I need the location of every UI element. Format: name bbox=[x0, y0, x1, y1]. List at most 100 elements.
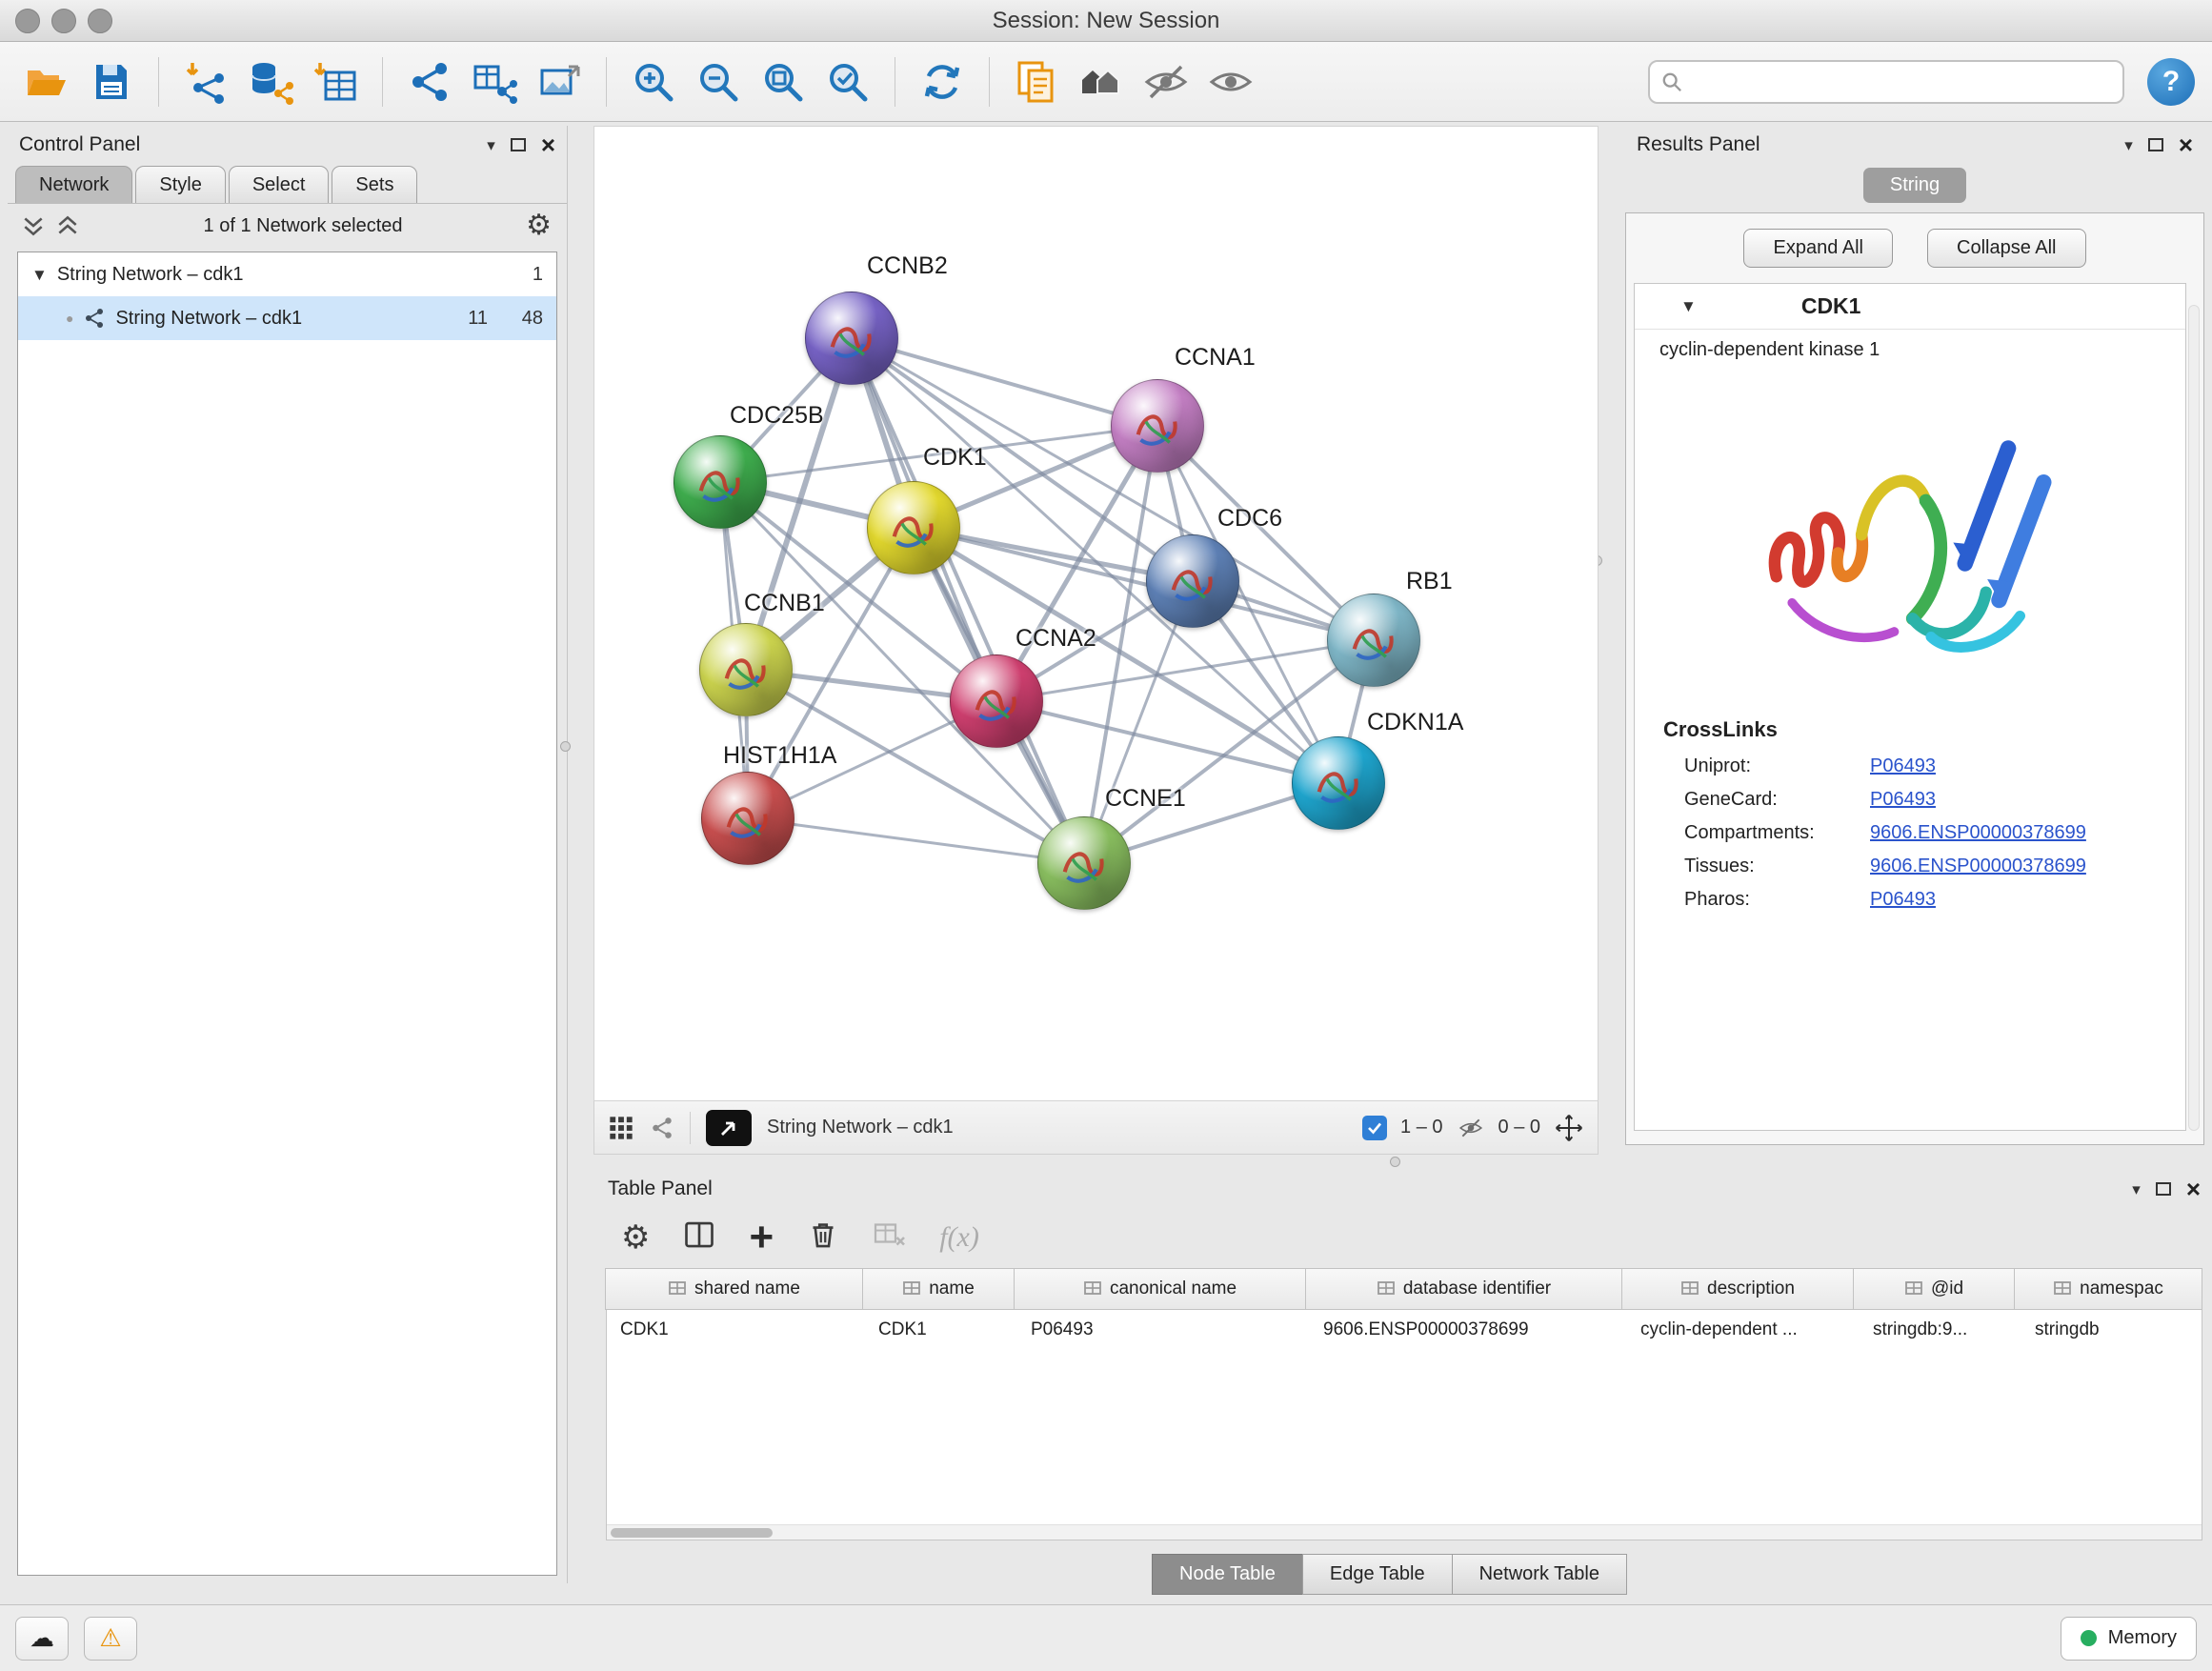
gene-caret-icon[interactable]: ▼ bbox=[1680, 298, 1697, 314]
show-all-button[interactable] bbox=[1201, 52, 1260, 111]
vertical-splitter-handle[interactable] bbox=[560, 741, 571, 752]
tab-node-table[interactable]: Node Table bbox=[1152, 1554, 1303, 1595]
network-node-RB1[interactable] bbox=[1327, 594, 1420, 687]
results-scrollbar[interactable] bbox=[2188, 305, 2200, 1131]
panel-menu-icon[interactable]: ▾ bbox=[2124, 137, 2133, 153]
horizontal-splitter-handle[interactable] bbox=[1390, 1157, 1400, 1167]
column-header-id[interactable]: @id bbox=[1853, 1268, 2015, 1310]
crosslink-row-pharos: Pharos: P06493 bbox=[1635, 883, 2185, 916]
pan-move-icon[interactable] bbox=[1554, 1113, 1584, 1143]
protein-motif-icon bbox=[1125, 395, 1188, 458]
network-node-HIST1H1A[interactable] bbox=[701, 772, 794, 865]
network-node-CCNB1[interactable] bbox=[699, 623, 793, 716]
crosslink-tissues-link[interactable]: 9606.ENSP00000378699 bbox=[1870, 856, 2086, 877]
create-column-button[interactable]: + bbox=[749, 1220, 774, 1254]
tab-network[interactable]: Network bbox=[15, 166, 132, 204]
delete-table-button[interactable] bbox=[873, 1218, 907, 1257]
table-settings-gear-icon[interactable]: ⚙ bbox=[621, 1221, 650, 1254]
network-node-CDC6[interactable] bbox=[1146, 534, 1239, 628]
panel-close-icon[interactable]: × bbox=[2179, 132, 2193, 157]
tab-sets[interactable]: Sets bbox=[332, 166, 417, 204]
column-header-name[interactable]: name bbox=[862, 1268, 1015, 1310]
network-from-table-button[interactable] bbox=[465, 52, 524, 111]
expand-all-icon[interactable] bbox=[55, 213, 80, 238]
import-network-database-button[interactable] bbox=[241, 52, 300, 111]
panel-float-icon[interactable] bbox=[2156, 1182, 2171, 1196]
network-overview-button[interactable] bbox=[1072, 52, 1131, 111]
annotations-button[interactable] bbox=[1007, 52, 1066, 111]
network-node-CCNE1[interactable] bbox=[1037, 816, 1131, 910]
zoom-selected-button[interactable] bbox=[818, 52, 877, 111]
table-horizontal-scrollbar[interactable] bbox=[607, 1524, 2202, 1540]
column-header-shared-name[interactable]: shared name bbox=[605, 1268, 863, 1310]
network-node-CCNA2[interactable] bbox=[950, 654, 1043, 748]
share-view-icon[interactable] bbox=[650, 1116, 674, 1140]
collapse-all-icon[interactable] bbox=[21, 213, 46, 238]
birdseye-view-button[interactable] bbox=[706, 1110, 752, 1146]
panel-close-icon[interactable]: × bbox=[2186, 1177, 2201, 1201]
scrollbar-thumb[interactable] bbox=[611, 1528, 773, 1538]
network-node-CCNB2[interactable] bbox=[805, 292, 898, 385]
open-session-button[interactable] bbox=[17, 52, 76, 111]
memory-button[interactable]: Memory bbox=[2061, 1617, 2197, 1661]
cloud-status-button[interactable]: ☁ bbox=[15, 1617, 69, 1661]
panel-menu-icon[interactable]: ▾ bbox=[487, 137, 495, 153]
column-header-namespace[interactable]: namespac bbox=[2014, 1268, 2202, 1310]
network-node-CDC25B[interactable] bbox=[674, 435, 767, 529]
panel-close-icon[interactable]: × bbox=[541, 132, 555, 157]
collapse-all-button[interactable]: Collapse All bbox=[1927, 229, 2086, 268]
table-panel-title: Table Panel bbox=[608, 1178, 713, 1200]
node-label-CCNB2: CCNB2 bbox=[867, 252, 948, 280]
network-node-CDKN1A[interactable] bbox=[1292, 736, 1385, 830]
crosslink-uniprot-link[interactable]: P06493 bbox=[1870, 755, 1936, 777]
network-table-icon bbox=[472, 59, 517, 105]
delete-column-button[interactable] bbox=[806, 1218, 840, 1257]
import-table-button[interactable] bbox=[306, 52, 365, 111]
panel-menu-icon[interactable]: ▾ bbox=[2132, 1181, 2141, 1198]
crosslink-pharos-link[interactable]: P06493 bbox=[1870, 889, 1936, 911]
selected-checkbox-icon[interactable] bbox=[1362, 1116, 1387, 1140]
function-builder-button[interactable]: f(x) bbox=[939, 1221, 979, 1254]
horizontal-splitter[interactable] bbox=[568, 1155, 2212, 1170]
export-image-button[interactable] bbox=[530, 52, 589, 111]
search-input[interactable] bbox=[1692, 70, 2111, 92]
tab-select[interactable]: Select bbox=[229, 166, 330, 204]
table-row[interactable]: CDK1 CDK1 P06493 9606.ENSP00000378699 cy… bbox=[607, 1310, 2202, 1346]
save-session-button[interactable] bbox=[82, 52, 141, 111]
tab-network-table[interactable]: Network Table bbox=[1452, 1554, 1627, 1595]
crosslink-label: Compartments: bbox=[1684, 822, 1870, 844]
show-columns-button[interactable] bbox=[682, 1218, 716, 1257]
network-row[interactable]: ● String Network – cdk1 11 48 bbox=[18, 296, 556, 340]
warnings-button[interactable]: ⚠ bbox=[84, 1617, 137, 1661]
crosslink-genecard-link[interactable]: P06493 bbox=[1870, 789, 1936, 811]
gene-section-header[interactable]: ▼ CDK1 bbox=[1635, 284, 2185, 330]
network-canvas[interactable]: CCNB2CCNA1CDC25BCDK1CDC6RB1CCNB1CCNA2CDK… bbox=[593, 126, 1599, 1101]
grid-view-icon[interactable] bbox=[608, 1115, 634, 1141]
string-tab[interactable]: String bbox=[1863, 168, 1966, 203]
crosslink-compartments-link[interactable]: 9606.ENSP00000378699 bbox=[1870, 822, 2086, 844]
column-header-database-identifier[interactable]: database identifier bbox=[1305, 1268, 1622, 1310]
new-network-button[interactable] bbox=[400, 52, 459, 111]
help-button[interactable]: ? bbox=[2147, 58, 2195, 106]
panel-float-icon[interactable] bbox=[511, 138, 526, 151]
network-collection-row[interactable]: ▼ String Network – cdk1 1 bbox=[18, 252, 556, 296]
gear-icon[interactable]: ⚙ bbox=[526, 211, 552, 240]
column-header-description[interactable]: description bbox=[1621, 1268, 1854, 1310]
zoom-fit-button[interactable] bbox=[754, 52, 813, 111]
crosslink-row-genecard: GeneCard: P06493 bbox=[1635, 783, 2185, 816]
network-node-CCNA1[interactable] bbox=[1111, 379, 1204, 473]
zoom-in-button[interactable] bbox=[624, 52, 683, 111]
column-header-canonical-name[interactable]: canonical name bbox=[1014, 1268, 1306, 1310]
network-node-CDK1[interactable] bbox=[867, 481, 960, 574]
tab-style[interactable]: Style bbox=[135, 166, 225, 204]
panel-float-icon[interactable] bbox=[2148, 138, 2163, 151]
import-network-file-button[interactable] bbox=[176, 52, 235, 111]
expand-all-button[interactable]: Expand All bbox=[1743, 229, 1893, 268]
tab-edge-table[interactable]: Edge Table bbox=[1302, 1554, 1453, 1595]
tree-caret-icon[interactable]: ▼ bbox=[31, 267, 48, 283]
node-label-CDK1: CDK1 bbox=[923, 444, 987, 472]
apply-layout-button[interactable] bbox=[913, 52, 972, 111]
search-icon bbox=[1661, 71, 1682, 92]
zoom-out-button[interactable] bbox=[689, 52, 748, 111]
hide-unhide-button[interactable] bbox=[1136, 52, 1196, 111]
